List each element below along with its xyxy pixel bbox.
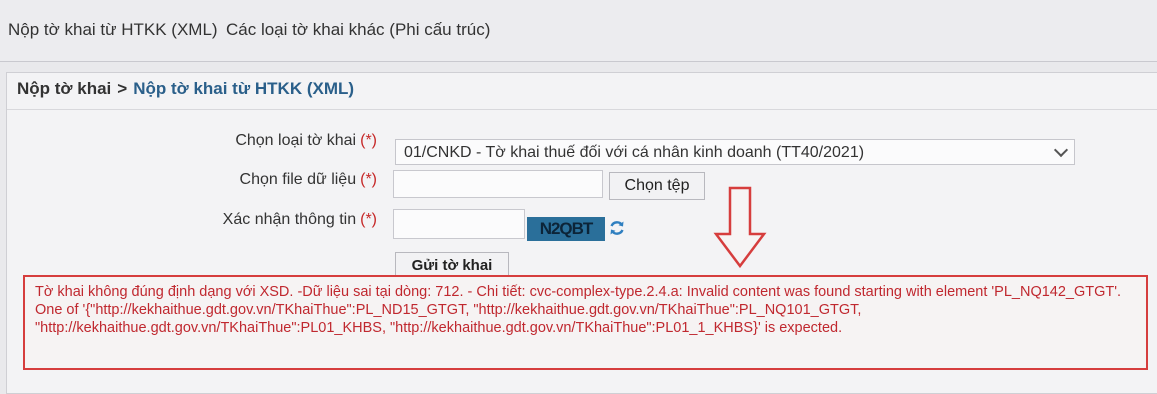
submit-declaration-panel: Nộp tờ khai > Nộp tờ khai từ HTKK (XML) Ch… [6, 72, 1157, 394]
down-arrow-annotation-icon [713, 186, 767, 268]
confirm-info-label: Xác nhận thông tin (*) [177, 211, 377, 229]
error-message-box: Tờ khai không đúng định dạng với XSD. -D… [23, 275, 1148, 370]
chevron-down-icon [1053, 142, 1069, 158]
confirm-info-label-text: Xác nhận thông tin [222, 211, 357, 228]
declaration-type-value: 01/CNKD - Tờ khai thuế đối với cá nhân k… [404, 144, 865, 161]
declaration-type-label-text: Chọn loại tờ khai [235, 132, 357, 149]
required-mark: (*) [360, 132, 377, 149]
breadcrumb-root[interactable]: Nộp tờ khai [17, 79, 111, 98]
captcha-input[interactable] [393, 209, 525, 239]
error-message-text: Tờ khai không đúng định dạng với XSD. -D… [35, 284, 1122, 336]
data-file-field[interactable] [393, 170, 603, 198]
breadcrumb: Nộp tờ khai > Nộp tờ khai từ HTKK (XML) [17, 79, 354, 99]
choose-file-button[interactable]: Chọn tệp [609, 172, 705, 200]
refresh-icon[interactable] [608, 219, 626, 237]
breadcrumb-separator: > [117, 79, 128, 98]
panel-header: Nộp tờ khai > Nộp tờ khai từ HTKK (XML) [7, 73, 1157, 110]
required-mark: (*) [360, 211, 377, 228]
data-file-label: Chọn file dữ liệu (*) [177, 171, 377, 189]
data-file-label-text: Chọn file dữ liệu [239, 171, 357, 188]
required-mark: (*) [360, 171, 377, 188]
top-navigation: Nộp tờ khai từ HTKK (XML) Các loại tờ kh… [0, 0, 1157, 62]
declaration-type-label: Chọn loại tờ khai (*) [177, 132, 377, 150]
captcha-image: N2QBT [527, 217, 605, 241]
nav-item-other-declarations[interactable]: Các loại tờ khai khác (Phi cấu trúc) [226, 20, 490, 40]
declaration-type-select[interactable]: 01/CNKD - Tờ khai thuế đối với cá nhân k… [395, 139, 1075, 165]
nav-item-submit-htkk-xml[interactable]: Nộp tờ khai từ HTKK (XML) [8, 20, 218, 40]
breadcrumb-current[interactable]: Nộp tờ khai từ HTKK (XML) [133, 79, 354, 98]
